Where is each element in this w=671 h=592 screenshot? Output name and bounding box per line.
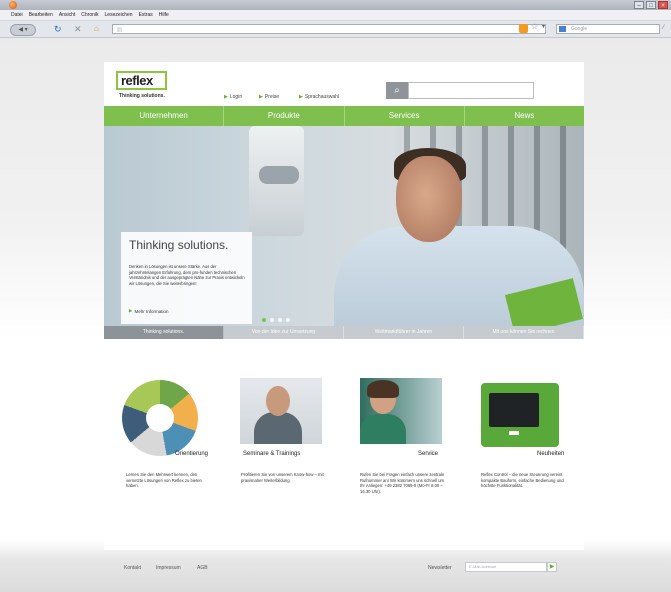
- bookmark-star-icon[interactable]: ☆: [531, 22, 538, 31]
- teaser-service-text: Rufen Sie bei Fragen einfach unsere zent…: [360, 472, 445, 494]
- slider-dots: [262, 318, 290, 322]
- seminar-person-body: [254, 412, 302, 444]
- newsletter-submit-button[interactable]: ▶: [547, 562, 557, 572]
- arrow-right-icon: ▶: [129, 308, 133, 313]
- browser-search-placeholder: Google: [571, 26, 588, 32]
- close-icon[interactable]: ×: [658, 1, 668, 9]
- slider-dot[interactable]: [278, 318, 282, 322]
- reload-icon[interactable]: ↻: [54, 23, 62, 35]
- slider-dot[interactable]: [270, 318, 274, 322]
- newsletter-label: Newsletter: [428, 565, 452, 571]
- slide-tab[interactable]: Thinking solutions.: [104, 326, 224, 339]
- minimize-icon[interactable]: –: [634, 1, 644, 9]
- hero-more-label: Mehr Information: [134, 308, 169, 314]
- navigation-toolbar: ◀ ▾ ↻ ✕ ⌂ ☆ ▾ Google ⁄: [0, 21, 671, 38]
- search-engine-icon[interactable]: [559, 26, 566, 32]
- slider-dot[interactable]: [262, 318, 266, 322]
- language-link[interactable]: ▶ Sprachauswahl: [299, 94, 339, 100]
- menu-tools[interactable]: Extras: [139, 12, 153, 18]
- hero-person-head: [396, 156, 462, 242]
- arrow-right-icon: ▶: [299, 94, 303, 100]
- product-display: [489, 393, 539, 427]
- nav-tab-products[interactable]: Produkte: [224, 106, 345, 126]
- logo-text: reflex: [121, 73, 153, 88]
- footer-terms-link[interactable]: AGB: [197, 565, 208, 571]
- back-button[interactable]: ◀ ▾: [10, 24, 36, 36]
- hero-slide-tabs: Thinking solutions. Von der Idee zur Ums…: [104, 326, 584, 339]
- menu-view[interactable]: Ansicht: [59, 12, 75, 18]
- teaser-news-label[interactable]: Neuheiten: [537, 451, 564, 457]
- menu-edit[interactable]: Bearbeiten: [29, 12, 53, 18]
- toolbar-overflow-icon[interactable]: ⁄: [663, 25, 664, 31]
- main-navigation: Unternehmen Produkte Services News: [104, 106, 584, 126]
- service-person-hair: [367, 380, 399, 398]
- login-link-label: Login: [229, 94, 243, 100]
- teaser-orientation-label[interactable]: Orientierung: [175, 451, 208, 457]
- language-link-label: Sprachauswahl: [304, 94, 340, 100]
- slide-tab[interactable]: Von der Idee zur Umsetzung: [224, 326, 344, 339]
- menu-history[interactable]: Chronik: [81, 12, 98, 18]
- slider-dot[interactable]: [286, 318, 290, 322]
- nav-tab-company[interactable]: Unternehmen: [104, 106, 225, 126]
- stop-icon[interactable]: ✕: [74, 23, 82, 35]
- reflex-logo[interactable]: reflex: [116, 71, 167, 90]
- feed-icon[interactable]: [519, 24, 528, 33]
- hero-title: Thinking solutions.: [129, 238, 229, 252]
- teaser-news-text: Reflex Control – die neue Steuerung vere…: [481, 472, 564, 489]
- service-image[interactable]: [360, 378, 442, 444]
- orientation-graphic-center: [146, 404, 174, 432]
- address-bar[interactable]: [112, 24, 546, 34]
- logo-tagline: Thinking solutions.: [119, 93, 165, 99]
- teaser-orientation-text: Lernen Sie den Mehrwert kennen, den vern…: [126, 472, 202, 489]
- home-icon[interactable]: ⌂: [94, 23, 99, 35]
- seminar-image[interactable]: [240, 378, 322, 444]
- prices-link[interactable]: ▶ Preise: [259, 94, 279, 100]
- chevron-down-icon[interactable]: ▾: [542, 23, 545, 30]
- nav-tab-news[interactable]: News: [465, 106, 584, 126]
- nav-tab-services[interactable]: Services: [345, 106, 465, 126]
- slide-tab[interactable]: Mit uns können Sie rechnen: [464, 326, 584, 339]
- newsletter-input[interactable]: E-Mail-Adresse: [465, 562, 547, 572]
- site-search-input[interactable]: [408, 82, 534, 99]
- site-favicon: [117, 27, 122, 32]
- arrow-right-icon: ▶: [259, 94, 263, 100]
- arrow-right-icon: ▶: [224, 94, 228, 100]
- browser-search-input[interactable]: Google: [556, 24, 660, 34]
- hero-device-arm: [259, 166, 299, 184]
- footer-contact-link[interactable]: Kontakt: [124, 565, 141, 571]
- prices-link-label: Preise: [264, 94, 280, 100]
- product-badge: [509, 431, 519, 435]
- search-icon[interactable]: ⌕: [386, 82, 408, 99]
- menu-file[interactable]: Datei: [11, 12, 23, 18]
- window-controls: – □ ×: [634, 1, 668, 9]
- firefox-icon: [9, 1, 17, 9]
- hero-more-link[interactable]: ▶ Mehr Information: [129, 308, 168, 314]
- service-person-body: [360, 414, 406, 444]
- teaser-service-label[interactable]: Service: [418, 451, 438, 457]
- slide-tab[interactable]: Weltmarktführer in Jahren: [344, 326, 464, 339]
- teaser-seminar-label[interactable]: Seminare & Trainings: [243, 451, 300, 457]
- seminar-person-head: [266, 386, 290, 416]
- menu-help[interactable]: Hilfe: [159, 12, 169, 18]
- maximize-icon[interactable]: □: [646, 1, 656, 9]
- teaser-seminar-text: Profitieren Sie von unserem Know-how – m…: [241, 472, 324, 483]
- window-titlebar: – □ ×: [0, 0, 671, 10]
- product-image[interactable]: [481, 383, 559, 447]
- footer-imprint-link[interactable]: Impressum: [156, 565, 181, 571]
- login-link[interactable]: ▶ Login: [224, 94, 242, 100]
- menu-bookmarks[interactable]: Lesezeichen: [105, 12, 133, 18]
- hero-text: Denken in Lösungen ist unsere Stärke. Au…: [129, 264, 245, 286]
- menu-bar: Datei Bearbeiten Ansicht Chronik Lesezei…: [0, 10, 671, 21]
